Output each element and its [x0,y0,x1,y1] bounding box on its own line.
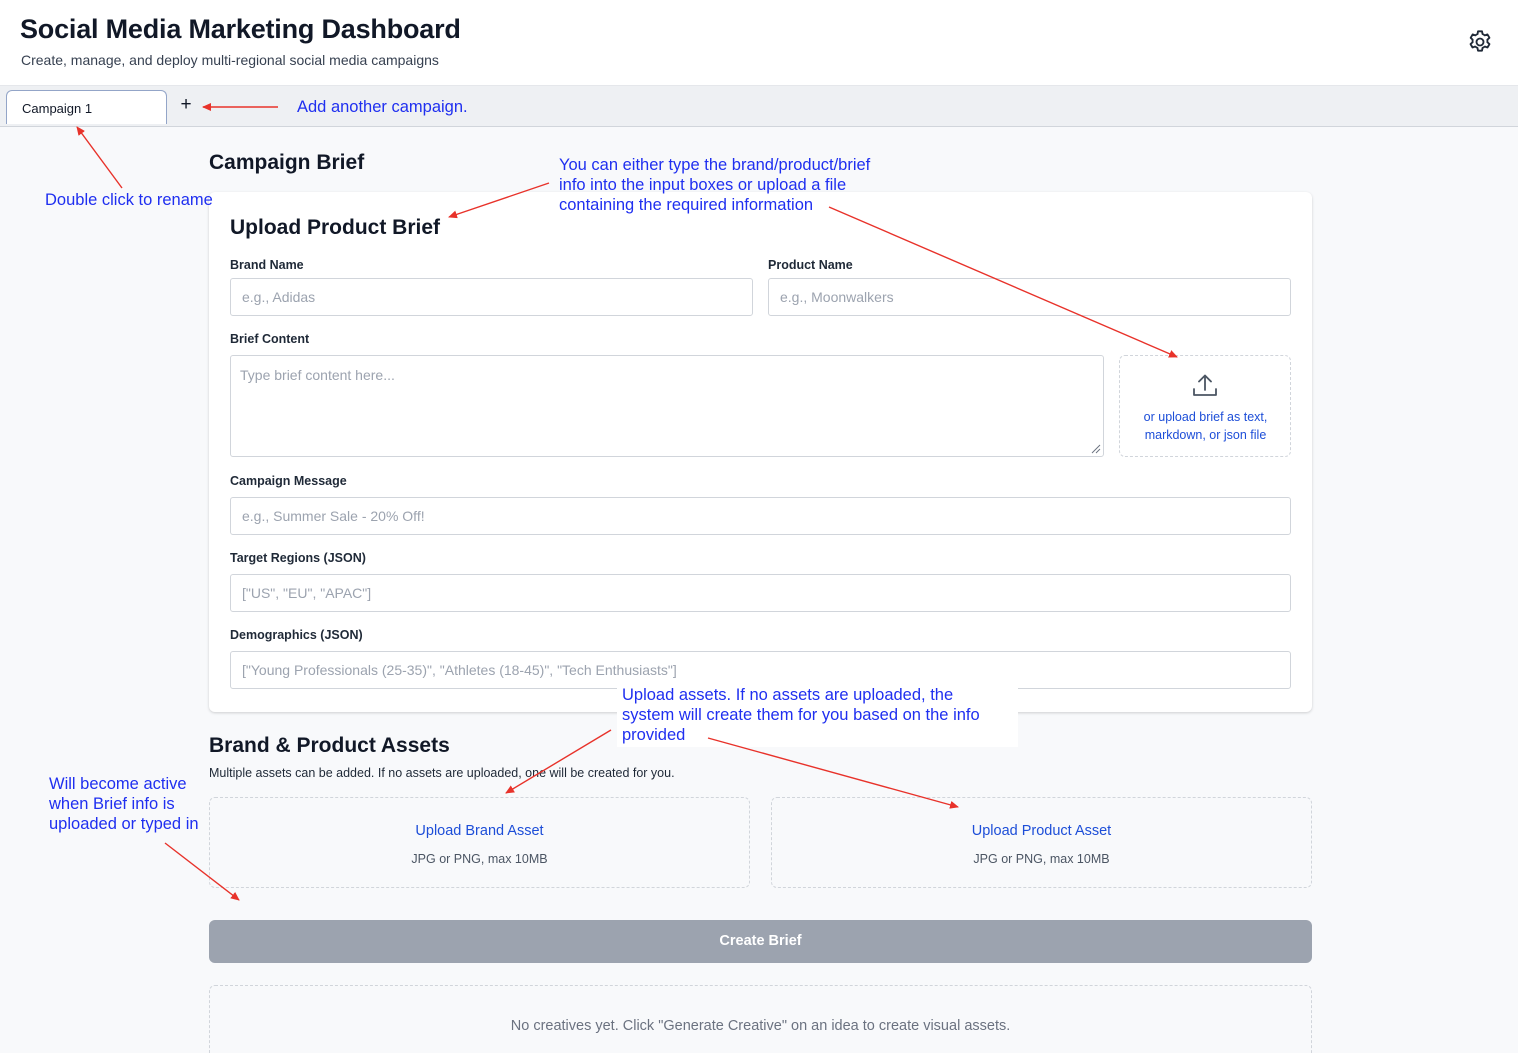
product-asset-hint: JPG or PNG, max 10MB [973,852,1110,866]
product-name-input[interactable]: e.g., Moonwalkers [768,278,1291,316]
upload-product-asset-label: Upload Product Asset [971,823,1112,839]
annotation-active-line-3: uploaded or typed in [49,815,199,833]
add-campaign-button[interactable]: + [176,92,196,118]
create-brief-button[interactable]: Create Brief [209,920,1312,963]
resize-handle-icon[interactable] [1089,442,1101,454]
arrow-rename [76,126,123,189]
demographics-label: Demographics (JSON) [230,628,363,642]
campaign-message-label: Campaign Message [230,474,347,488]
brief-content-textarea[interactable]: Type brief content here... [230,355,1104,457]
annotation-assets-line-2: system will create them for you based on… [622,706,980,724]
annotation-brief-line-2: info into the input boxes or upload a fi… [559,176,847,194]
app-header: Social Media Marketing Dashboard Create,… [0,0,1518,86]
annotation-rename: Double click to rename [45,191,213,209]
page-subtitle: Create, manage, and deploy multi-regiona… [21,52,439,68]
upload-product-brief-title: Upload Product Brief [230,216,441,239]
target-regions-label: Target Regions (JSON) [230,551,366,565]
brand-product-assets-heading: Brand & Product Assets [209,734,450,757]
annotation-active-line-2: when Brief info is [49,795,175,813]
product-name-label: Product Name [768,258,853,272]
annotation-brief-line-3: containing the required information [559,196,814,214]
upload-icon [1193,374,1217,396]
creatives-empty-state: No creatives yet. Click "Generate Creati… [209,985,1312,1053]
brief-content-placeholder: Type brief content here... [240,367,395,383]
upload-brief-text: or upload brief as text, markdown, or js… [1128,408,1283,444]
brand-name-input[interactable]: e.g., Adidas [230,278,753,316]
annotation-brief-line-1: You can either type the brand/product/br… [559,156,871,174]
brief-content-label: Brief Content [230,332,310,346]
tab-campaign-1[interactable]: Campaign 1 [6,90,167,124]
annotation-assets-line-1: Upload assets. If no assets are uploaded… [622,686,954,704]
brand-name-label: Brand Name [230,258,304,272]
upload-brand-asset-dropzone[interactable]: Upload Brand Asset JPG or PNG, max 10MB [209,797,750,888]
campaign-message-input[interactable]: e.g., Summer Sale - 20% Off! [230,497,1291,535]
annotation-brief-input: You can either type the brand/product/br… [559,155,870,215]
upload-brief-line-2: markdown, or json file [1144,428,1267,442]
upload-product-asset-dropzone[interactable]: Upload Product Asset JPG or PNG, max 10M… [771,797,1312,888]
campaign-brief-heading: Campaign Brief [209,151,365,174]
upload-brief-line-1: or upload brief as text, [1143,410,1268,424]
gear-icon[interactable] [1466,28,1494,56]
annotation-become-active: Will become active when Brief info is up… [49,774,199,834]
annotation-active-line-1: Will become active [49,775,187,793]
campaign-tab-bar: Campaign 1 [0,86,1518,127]
brief-file-dropzone[interactable]: or upload brief as text, markdown, or js… [1119,355,1291,457]
annotation-assets-line-3: provided [622,726,686,744]
assets-description: Multiple assets can be added. If no asse… [209,766,675,780]
product-brief-card: Upload Product Brief Brand Name e.g., Ad… [209,192,1312,712]
target-regions-input[interactable]: ["US", "EU", "APAC"] [230,574,1291,612]
creatives-empty-text: No creatives yet. Click "Generate Creati… [510,1018,1011,1034]
annotation-upload-assets: Upload assets. If no assets are uploaded… [622,685,980,745]
upload-brand-asset-label: Upload Brand Asset [415,823,544,839]
annotation-add-campaign: Add another campaign. [297,98,468,116]
brand-asset-hint: JPG or PNG, max 10MB [411,852,548,866]
page-title: Social Media Marketing Dashboard [20,14,461,44]
arrow-brand-asset [505,729,612,794]
